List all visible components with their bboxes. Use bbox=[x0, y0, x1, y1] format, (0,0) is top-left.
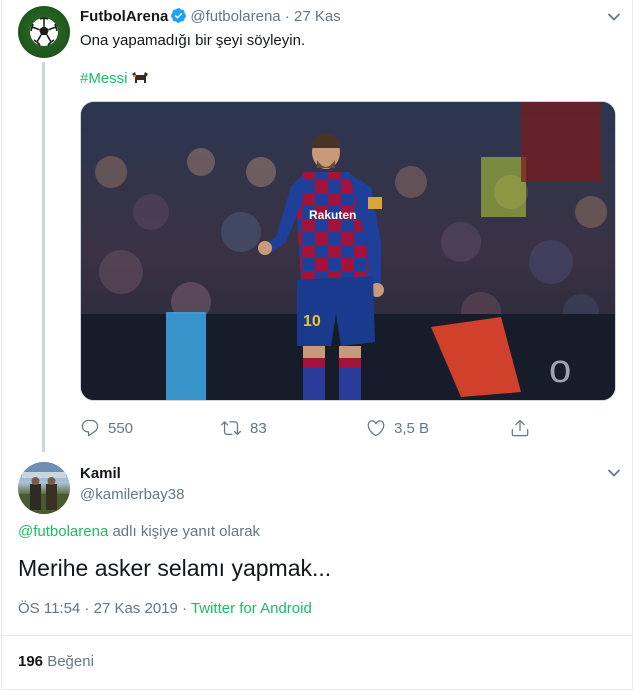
reply-count: 550 bbox=[108, 419, 134, 437]
like-count: 3,5 B bbox=[394, 419, 430, 437]
meta-separator-2: · bbox=[177, 600, 191, 617]
kamil-avatar[interactable] bbox=[18, 462, 70, 514]
likes-summary[interactable]: 196 Beğeni bbox=[18, 652, 94, 672]
tweet-header: FutbolArena @futbolarena · 27 Kas bbox=[80, 7, 341, 30]
hashtag-line: #Messi bbox=[80, 69, 149, 91]
reply-display-name[interactable]: Kamil bbox=[80, 464, 121, 484]
profile-photo-image bbox=[18, 462, 70, 514]
divider bbox=[2, 635, 632, 636]
reply-author-handle[interactable]: @kamilerbay38 bbox=[80, 485, 184, 505]
retweet-action[interactable]: 83 bbox=[220, 418, 267, 438]
meta-separator: · bbox=[80, 600, 94, 617]
share-icon bbox=[510, 418, 530, 438]
soccer-ball-icon bbox=[30, 17, 58, 46]
like-action[interactable]: 3,5 B bbox=[366, 418, 429, 438]
reply-text: Merihe asker selamı yapmak... bbox=[18, 555, 332, 581]
likes-count: 196 bbox=[18, 653, 44, 670]
tweet-text: Ona yapamadığı bir şeyi söyleyin. bbox=[80, 32, 306, 49]
futbolarena-avatar[interactable] bbox=[18, 6, 70, 58]
sponsor-text: Rakuten bbox=[309, 208, 356, 222]
header-separator: · bbox=[284, 8, 290, 25]
replying-to-suffix: adlı kişiye yanıt olarak bbox=[108, 523, 261, 540]
author-handle[interactable]: @futbolarena bbox=[190, 8, 280, 25]
retweet-count: 83 bbox=[250, 419, 267, 437]
shirt-number: 10 bbox=[303, 313, 321, 330]
tweet-media-photo[interactable]: o Rakuten 10 bbox=[80, 101, 616, 401]
ox-emoji-icon bbox=[131, 71, 149, 91]
like-icon bbox=[366, 418, 386, 438]
retweet-icon bbox=[220, 418, 242, 438]
likes-label: Beğeni bbox=[47, 653, 94, 670]
replying-to-line: @futbolarena adlı kişiye yanıt olarak bbox=[18, 522, 260, 542]
chevron-down-icon[interactable] bbox=[607, 9, 621, 27]
reply-meta: ÖS 11:54 · 27 Kas 2019 · Twitter for And… bbox=[18, 599, 312, 619]
messi-photo-image: o Rakuten 10 bbox=[81, 102, 615, 400]
reply-action[interactable]: 550 bbox=[80, 418, 133, 438]
reply-date[interactable]: 27 Kas 2019 bbox=[94, 600, 178, 617]
svg-text:o: o bbox=[549, 347, 571, 391]
share-action[interactable] bbox=[510, 418, 530, 438]
display-name[interactable]: FutbolArena bbox=[80, 8, 168, 25]
reply-icon bbox=[80, 418, 100, 438]
verified-badge-icon bbox=[170, 7, 187, 30]
chevron-down-icon[interactable] bbox=[607, 465, 621, 483]
tweet-action-bar: 550 83 3,5 B bbox=[80, 418, 550, 440]
replying-to-mention[interactable]: @futbolarena bbox=[18, 523, 108, 540]
reply-source-link[interactable]: Twitter for Android bbox=[191, 600, 312, 617]
tweet-date[interactable]: 27 Kas bbox=[294, 8, 341, 25]
reply-time[interactable]: ÖS 11:54 bbox=[18, 600, 80, 617]
hashtag-link[interactable]: #Messi bbox=[80, 70, 128, 87]
thread-connector-line bbox=[42, 62, 45, 452]
